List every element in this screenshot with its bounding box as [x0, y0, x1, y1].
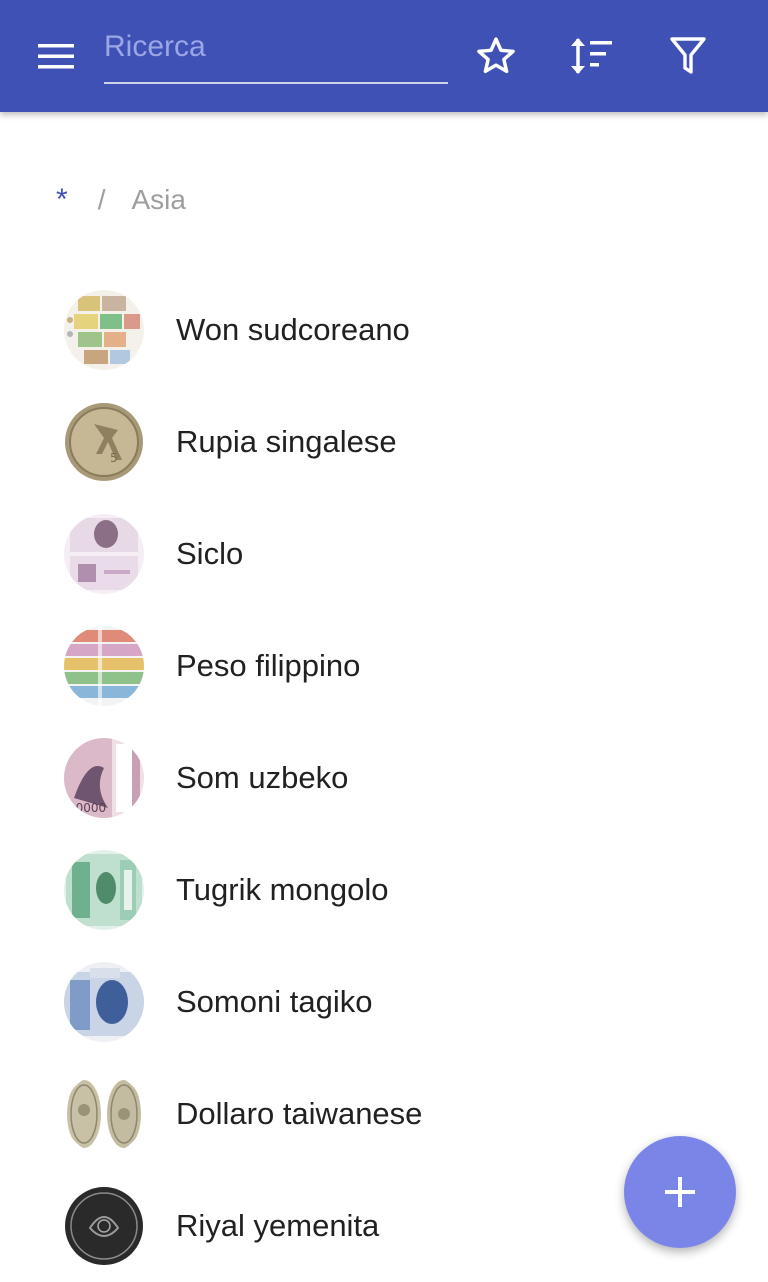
search-input[interactable]: [104, 24, 448, 70]
list-item[interactable]: Peso filippino: [0, 610, 768, 722]
item-label: Dollaro taiwanese: [176, 1096, 423, 1131]
currency-thumbnail: 5: [64, 402, 144, 482]
currency-list: Won sudcoreano 5 Rupia singalese Siclo P…: [0, 274, 768, 1282]
favorites-button[interactable]: [468, 28, 524, 84]
currency-thumbnail: [64, 850, 144, 930]
svg-text:5: 5: [110, 451, 118, 465]
list-item[interactable]: 5 Rupia singalese: [0, 386, 768, 498]
currency-thumbnail: [64, 1074, 144, 1154]
list-item[interactable]: 10000 Som uzbeko: [0, 722, 768, 834]
currency-thumbnail: [64, 626, 144, 706]
list-item[interactable]: Tugrik mongolo: [0, 834, 768, 946]
list-item[interactable]: Siclo: [0, 498, 768, 610]
currency-thumbnail: [64, 290, 144, 370]
item-label: Tugrik mongolo: [176, 872, 389, 907]
item-label: Won sudcoreano: [176, 312, 410, 347]
breadcrumb: * / Asia: [56, 180, 186, 220]
filter-icon: [670, 37, 706, 74]
currency-thumbnail: [64, 514, 144, 594]
item-label: Siclo: [176, 536, 244, 571]
currency-thumbnail: [64, 962, 144, 1042]
star-outline-icon: [477, 37, 515, 74]
item-label: Peso filippino: [176, 648, 361, 683]
search-field: [104, 24, 448, 84]
currency-thumbnail: [64, 1186, 144, 1266]
plus-icon: [665, 1177, 695, 1207]
menu-button[interactable]: [22, 28, 90, 84]
currency-thumbnail: 10000: [64, 738, 144, 818]
filter-button[interactable]: [660, 28, 716, 84]
add-button[interactable]: [624, 1136, 736, 1248]
breadcrumb-separator: /: [97, 184, 106, 215]
app-bar: [0, 0, 768, 112]
breadcrumb-root[interactable]: *: [56, 183, 68, 217]
svg-text:10000: 10000: [68, 801, 106, 815]
sort-icon: [571, 38, 612, 74]
item-label: Som uzbeko: [176, 760, 349, 795]
item-label: Rupia singalese: [176, 424, 397, 459]
breadcrumb-current: Asia: [131, 184, 186, 215]
item-label: Riyal yemenita: [176, 1208, 380, 1243]
list-item[interactable]: Won sudcoreano: [0, 274, 768, 386]
sort-button[interactable]: [563, 28, 619, 84]
hamburger-menu-icon: [38, 44, 74, 69]
list-item[interactable]: Somoni tagiko: [0, 946, 768, 1058]
item-label: Somoni tagiko: [176, 984, 373, 1019]
